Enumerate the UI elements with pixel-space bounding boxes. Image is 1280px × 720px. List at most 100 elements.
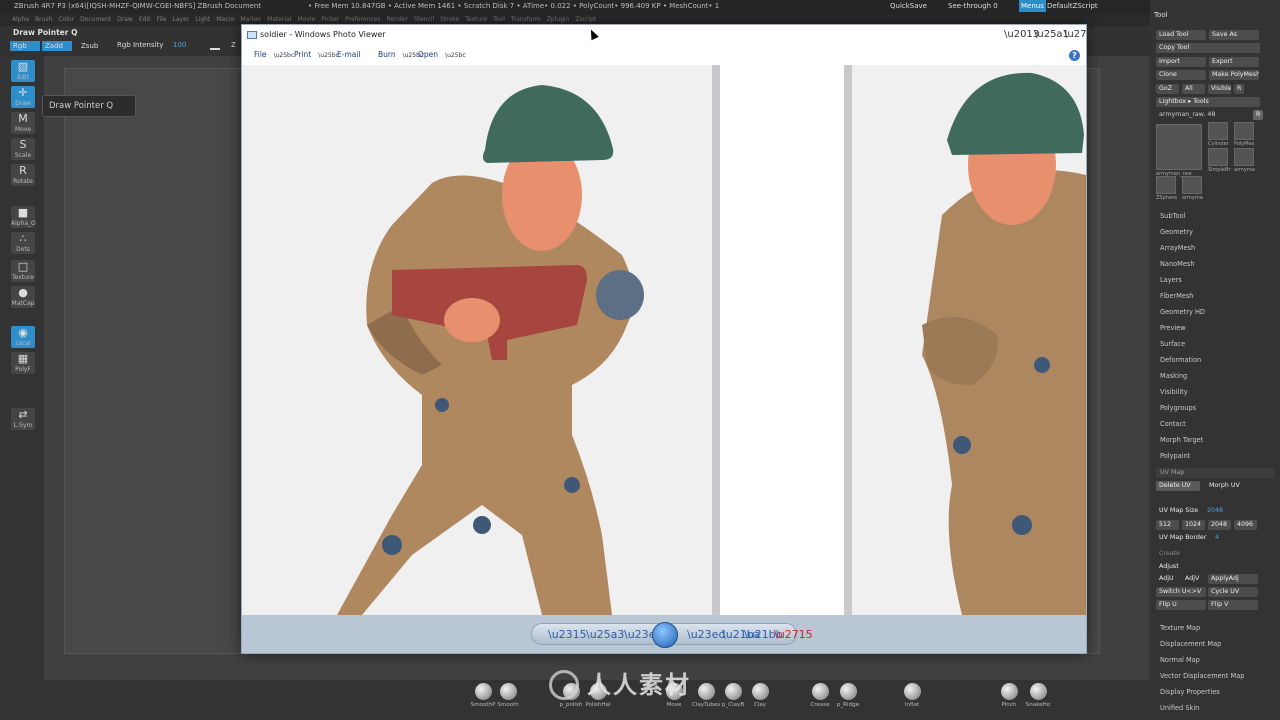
rgb-intensity-label[interactable]: Rgb Intensity [114,40,166,50]
tool-item-morph-target[interactable]: Morph Target [1160,436,1203,444]
r-button[interactable]: R [1253,110,1263,120]
tool-item-normal-map[interactable]: Normal Map [1160,656,1200,664]
tool-item-display-properties[interactable]: Display Properties [1160,688,1220,696]
menu-zplugin[interactable]: Zplugin [547,16,570,23]
shelf-dots-button[interactable]: ∴ Dots [11,232,35,254]
adjv-slider[interactable]: AdjV [1182,574,1204,584]
tool-thumb-armyman-raw[interactable] [1156,124,1202,170]
adju-slider[interactable]: AdjU [1156,574,1178,584]
tool-item-fibermesh[interactable]: FiberMesh [1160,292,1193,300]
tool-button-export[interactable]: Export [1209,56,1259,67]
slideshow-button[interactable] [652,622,678,648]
tool-button-save-as[interactable]: Save As [1209,30,1259,40]
flip-u-button[interactable]: Flip U [1156,600,1206,610]
tool-item-unified-skin[interactable]: Unified Skin [1160,704,1199,712]
tool-item-contact[interactable]: Contact [1160,420,1186,428]
tool-item-nanomesh[interactable]: NanoMesh [1160,260,1195,268]
shelf-move-button[interactable]: M Move [11,112,35,134]
zsub-button[interactable]: Zsub [78,41,101,51]
rotate-cw-icon[interactable]: \u21bb [744,627,783,643]
tool-thumb-cylinder[interactable] [1208,122,1228,140]
maximize-button[interactable]: \u25a1 [1034,28,1069,42]
photo-viewer-titlebar[interactable]: soldier - Windows Photo Viewer \u2013 \u… [242,25,1099,45]
zoom-icon[interactable]: \u2315 [548,627,587,643]
menu-email[interactable]: E-mail [337,45,361,65]
tool-item-vector-displacement-map[interactable]: Vector Displacement Map [1160,672,1244,680]
rgb-intensity-value[interactable]: 100 [170,40,189,50]
uv-map-size-value[interactable]: 2048 [1204,506,1228,516]
shelf-polyf-button[interactable]: ▦ PolyF [11,352,35,374]
tool-button-import[interactable]: Import [1156,56,1206,67]
current-tool-label[interactable]: armyman_raw. 48 [1156,110,1250,120]
tool-item-texture-map[interactable]: Texture Map [1160,624,1200,632]
tool-thumb-armyma[interactable] [1182,176,1202,194]
menu-marker[interactable]: Marker [240,16,261,23]
menu-movie[interactable]: Movie [298,16,316,23]
uv-map-border-label[interactable]: UV Map Border [1156,533,1216,543]
tool-button-visible[interactable]: Visible [1208,83,1231,94]
menu-picker[interactable]: Picker [321,16,339,23]
tool-button-goz[interactable]: GoZ [1156,83,1179,94]
previous-icon[interactable]: \u23ee [624,627,662,643]
brush-inflat[interactable]: Inflat [892,683,932,708]
tool-button-clone[interactable]: Clone [1156,70,1206,81]
rgb-intensity-slider[interactable] [210,48,220,50]
menu-transform[interactable]: Transform [511,16,541,23]
tool-button-all[interactable]: All [1182,83,1205,94]
shelf-scale-button[interactable]: S Scale [11,138,35,160]
tool-button-make-polymesh3d[interactable]: Make PolyMesh3D [1209,70,1259,81]
tool-thumb-polymes[interactable] [1234,122,1254,140]
tool-button-lightbox-tools[interactable]: Lightbox ▸ Tools [1156,97,1260,107]
brush-snakeho[interactable]: SnakeHo [1018,683,1058,708]
tool-button-copy-tool[interactable]: Copy Tool [1156,43,1260,54]
shelf-texture-button[interactable]: □ Texture [11,260,35,282]
uv-map-border-value[interactable]: 4 [1212,533,1226,543]
tool-item-surface[interactable]: Surface [1160,340,1185,348]
menu-stencil[interactable]: Stencil [414,16,434,23]
tool-item-displacement-map[interactable]: Displacement Map [1160,640,1221,648]
shelf-draw-button[interactable]: ✛ Draw [11,86,35,108]
menu-stroke[interactable]: Stroke [440,16,459,23]
flip-v-button[interactable]: Flip V [1208,600,1258,610]
menu-render[interactable]: Render [386,16,407,23]
shelf-matcap-button[interactable]: ● MatCap [11,286,35,308]
delete-icon[interactable]: \u2715 [774,627,813,643]
rotate-ccw-icon[interactable]: \u21ba [722,627,760,643]
menu-macro[interactable]: Macro [216,16,234,23]
tool-thumb-zsphere[interactable] [1156,176,1176,194]
close-button[interactable]: \u2715 [1064,28,1099,42]
menu-material[interactable]: Material [267,16,291,23]
tool-thumb-armyma[interactable] [1234,148,1254,166]
tool-item-preview[interactable]: Preview [1160,324,1186,332]
next-icon[interactable]: \u23ed [687,627,725,643]
brush-p-ridge[interactable]: p_Ridge [828,683,868,708]
menu-preferences[interactable]: Preferences [345,16,380,23]
tool-button-r[interactable]: R [1234,83,1244,94]
tool-item-deformation[interactable]: Deformation [1160,356,1201,364]
shelf-alpha-o-button[interactable]: ■ Alpha_O [11,206,36,228]
see-through-slider[interactable]: See-through 0 [948,0,998,12]
tool-item-layers[interactable]: Layers [1160,276,1182,284]
uv-size-512-button[interactable]: 512 [1156,520,1179,530]
menu-brush[interactable]: Brush [35,16,52,23]
help-icon[interactable]: ? [1069,50,1080,61]
minimize-button[interactable]: \u2013 [1004,28,1039,42]
brush-smooth[interactable]: Smooth [488,683,528,708]
delete-uv-button[interactable]: Delete UV [1156,481,1200,491]
menu-layer[interactable]: Layer [173,16,190,23]
menu-document[interactable]: Document [80,16,111,23]
create-label[interactable]: Create [1156,549,1196,559]
menu-tool[interactable]: Tool [493,16,505,23]
shelf-rotate-button[interactable]: R Rotate [11,164,35,186]
rgb-button[interactable]: Rgb [10,41,40,51]
uv-size-2048-button[interactable]: 2048 [1208,520,1231,530]
menu-texture[interactable]: Texture [465,16,487,23]
tool-item-geometry-hd[interactable]: Geometry HD [1160,308,1205,316]
menu-print[interactable]: Print \u25bc [294,45,339,66]
brush-clay[interactable]: Clay [740,683,780,708]
menu-alpha[interactable]: Alpha [12,16,29,23]
menu-draw[interactable]: Draw [117,16,133,23]
quicksave-button[interactable]: QuickSave [890,0,927,12]
menus-button[interactable]: Menus [1019,0,1046,12]
shelf-l-sym-button[interactable]: ⇄ L.Sym [11,408,35,430]
